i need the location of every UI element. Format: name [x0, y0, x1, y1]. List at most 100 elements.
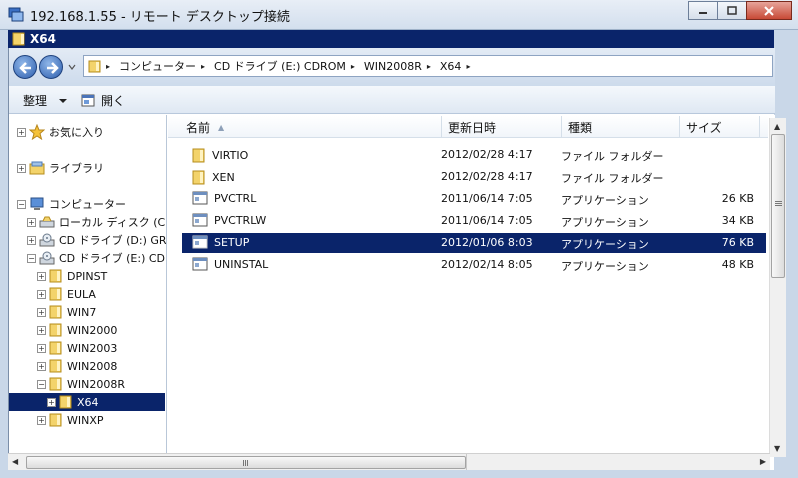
file-name-cell: PVCTRL: [192, 191, 256, 205]
grip-icon: [775, 201, 782, 202]
file-row-xen[interactable]: XEN 2012/02/28 4:17 ファイル フォルダー: [182, 167, 766, 187]
library-icon: [29, 160, 45, 176]
tree-item-local-disk-c[interactable]: + ローカル ディスク (C:): [27, 213, 166, 231]
column-headers: 名前 ▲ 更新日時 種類 サイズ: [168, 116, 768, 138]
collapse-icon[interactable]: −: [37, 379, 46, 389]
expand-icon[interactable]: +: [37, 343, 46, 353]
breadcrumb-win2008r[interactable]: WIN2008R: [364, 60, 422, 73]
tree-item-dpinst[interactable]: + DPINST: [37, 267, 107, 285]
expand-icon[interactable]: +: [47, 397, 56, 407]
open-window-icon: [81, 94, 95, 107]
organize-button[interactable]: 整理: [23, 92, 69, 109]
expand-icon[interactable]: +: [27, 235, 36, 245]
tree-item-label: CD ドライブ (D:) GRM: [59, 234, 167, 247]
file-row-uninstal[interactable]: UNINSTAL 2012/02/14 8:05 アプリケーション 48 KB: [182, 255, 766, 275]
file-row-setup[interactable]: SETUP 2012/01/06 8:03 アプリケーション 76 KB: [182, 233, 766, 253]
scroll-right-icon[interactable]: ▶: [760, 457, 766, 466]
expand-icon[interactable]: +: [37, 361, 46, 371]
breadcrumb-separator[interactable]: ▸: [201, 62, 209, 71]
minimize-button[interactable]: [688, 1, 718, 20]
breadcrumb-label: WIN2008R: [363, 59, 422, 73]
expand-icon[interactable]: +: [37, 325, 46, 335]
tree-item-cd-drive-e[interactable]: − CD ドライブ (E:) CDRC: [27, 249, 166, 267]
breadcrumb-x64[interactable]: X64: [440, 60, 462, 73]
breadcrumb-separator[interactable]: ▸: [351, 62, 359, 71]
expand-icon[interactable]: +: [37, 289, 46, 299]
scroll-down-icon[interactable]: ▼: [774, 444, 780, 453]
breadcrumb-cd-drive[interactable]: CD ドライブ (E:) CDROM: [214, 58, 346, 74]
breadcrumb-computer[interactable]: コンピューター: [119, 58, 196, 74]
vertical-scroll-thumb[interactable]: [771, 134, 785, 278]
collapse-icon[interactable]: −: [27, 253, 36, 263]
file-size: 34 KB: [721, 214, 754, 227]
column-header-name[interactable]: 名前 ▲: [180, 116, 442, 138]
folder-icon: [49, 413, 63, 427]
breadcrumb-separator[interactable]: ▸: [466, 62, 474, 71]
column-header-label: 種類: [568, 120, 593, 135]
close-button[interactable]: [746, 1, 792, 20]
maximize-button[interactable]: [717, 1, 747, 20]
address-box[interactable]: ▸ コンピューター ▸ CD ドライブ (E:) CDROM ▸ WIN2008…: [83, 55, 773, 77]
expand-icon[interactable]: +: [27, 217, 36, 227]
cd-icon: [39, 232, 55, 248]
disk-icon: [39, 214, 55, 230]
computer-icon: [29, 196, 45, 212]
file-size: 48 KB: [721, 258, 754, 271]
collapse-icon[interactable]: −: [17, 199, 26, 209]
tree-item-winxp[interactable]: + WINXP: [37, 411, 104, 429]
folder-icon: [49, 305, 63, 319]
tree-item-label: X64: [77, 395, 99, 409]
column-header-size[interactable]: サイズ: [680, 116, 760, 138]
column-header-label: サイズ: [686, 120, 722, 135]
tree-item-win2008r[interactable]: − WIN2008R: [37, 375, 125, 393]
tree-item-x64[interactable]: + X64: [9, 393, 165, 411]
vertical-scrollbar[interactable]: ▲ ▼: [769, 118, 786, 457]
breadcrumb-separator[interactable]: ▸: [427, 62, 435, 71]
tree-item-eula[interactable]: + EULA: [37, 285, 96, 303]
back-button[interactable]: [13, 55, 37, 79]
file-name-cell: PVCTRLW: [192, 213, 266, 227]
tree-item-win2003[interactable]: + WIN2003: [37, 339, 117, 357]
tree-item-win2000[interactable]: + WIN2000: [37, 321, 117, 339]
tree-item-label: WIN2008R: [67, 377, 125, 391]
file-date: 2012/02/14 8:05: [441, 258, 533, 271]
expand-icon[interactable]: +: [37, 307, 46, 317]
breadcrumb-separator[interactable]: ▸: [106, 62, 114, 71]
expand-icon[interactable]: +: [37, 271, 46, 281]
file-row-pvctrlw[interactable]: PVCTRLW 2011/06/14 7:05 アプリケーション 34 KB: [182, 211, 766, 231]
back-arrow-icon: [19, 62, 31, 74]
expand-icon[interactable]: +: [17, 163, 26, 173]
open-button[interactable]: 開く: [81, 92, 125, 109]
file-row-pvctrl[interactable]: PVCTRL 2011/06/14 7:05 アプリケーション 26 KB: [182, 189, 766, 209]
scroll-up-icon[interactable]: ▲: [774, 122, 780, 131]
tree-item-win7[interactable]: + WIN7: [37, 303, 96, 321]
folder-icon: [59, 395, 73, 409]
expand-icon[interactable]: +: [17, 127, 26, 137]
tree-item-cd-drive-d[interactable]: + CD ドライブ (D:) GRM: [27, 231, 167, 249]
tree-item-libraries[interactable]: + ライブラリ: [17, 159, 104, 177]
file-name-cell: UNINSTAL: [192, 257, 268, 271]
horizontal-scrollbar[interactable]: ◀ ▶: [8, 453, 770, 471]
tree-item-label: WIN2000: [67, 323, 118, 337]
breadcrumb-label: コンピューター: [119, 60, 197, 73]
tree-item-win2008[interactable]: + WIN2008: [37, 357, 117, 375]
folder-icon: [49, 287, 63, 301]
column-header-date[interactable]: 更新日時: [442, 116, 562, 138]
tree-item-favorites[interactable]: + お気に入り: [17, 123, 104, 141]
tree-item-computer[interactable]: − コンピューター: [17, 195, 126, 213]
file-row-virtio[interactable]: VIRTIO 2012/02/28 4:17 ファイル フォルダー: [182, 145, 766, 165]
horizontal-scroll-thumb[interactable]: [26, 456, 466, 469]
expand-icon[interactable]: +: [37, 415, 46, 425]
forward-button[interactable]: [39, 55, 63, 79]
folder-icon: [49, 323, 63, 337]
file-size: 76 KB: [721, 236, 754, 249]
recent-pages-dropdown-icon[interactable]: [67, 63, 77, 71]
breadcrumb-label: X64: [439, 59, 462, 73]
folder-icon: [49, 359, 63, 373]
file-type: ファイル フォルダー: [561, 150, 664, 163]
application-icon: [192, 235, 208, 249]
file-name: VIRTIO: [212, 148, 249, 162]
tree-item-label: コンピューター: [49, 198, 126, 211]
scroll-left-icon[interactable]: ◀: [12, 457, 18, 466]
column-header-type[interactable]: 種類: [562, 116, 680, 138]
